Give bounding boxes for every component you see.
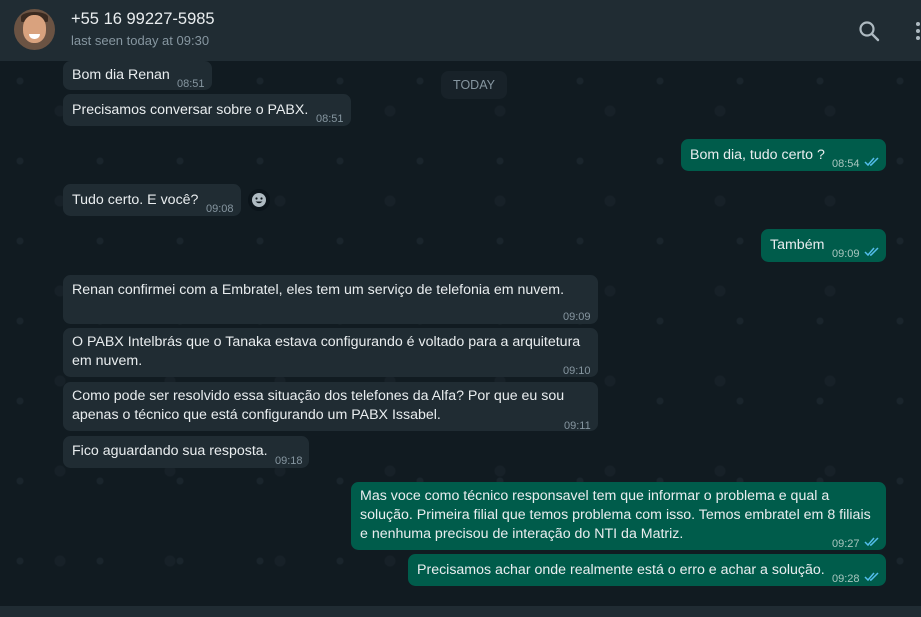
- message-time: 08:51: [177, 78, 205, 90]
- message-time: 09:09: [832, 248, 860, 260]
- search-icon[interactable]: [858, 20, 880, 42]
- message-bubble-in[interactable]: Precisamos conversar sobre o PABX. 08:51: [63, 94, 351, 126]
- message-bubble-out[interactable]: Precisamos achar onde realmente está o e…: [408, 554, 886, 586]
- message-text: Precisamos conversar sobre o PABX.: [72, 102, 309, 118]
- read-receipt-icon: [864, 537, 879, 547]
- message-text: Mas voce como técnico responsavel tem qu…: [360, 488, 871, 542]
- message-bubble-in[interactable]: Bom dia Renan 08:51: [63, 61, 212, 90]
- message-time: 09:28: [832, 573, 860, 585]
- message-time: 08:54: [832, 158, 860, 170]
- message-text: O PABX Intelbrás que o Tanaka estava con…: [72, 334, 581, 369]
- read-receipt-icon: [864, 572, 879, 582]
- message-bubble-in[interactable]: Fico aguardando sua resposta. 09:18: [63, 436, 309, 468]
- message-bubble-in[interactable]: Como pode ser resolvido essa situação do…: [63, 382, 598, 432]
- chat-header: +55 16 99227-5985 last seen today at 09:…: [0, 0, 921, 61]
- compose-bar[interactable]: [0, 606, 921, 617]
- contact-last-seen: last seen today at 09:30: [71, 33, 210, 48]
- menu-icon[interactable]: [910, 20, 921, 42]
- message-list[interactable]: TODAY Bom dia Renan 08:51 Precisamos con…: [0, 61, 921, 606]
- message-time: 09:11: [564, 420, 591, 432]
- read-receipt-icon: [864, 157, 879, 167]
- message-time: 09:27: [832, 538, 860, 550]
- message-bubble-in[interactable]: Tudo certo. E você? 09:08: [63, 184, 241, 216]
- contact-avatar[interactable]: [14, 9, 55, 50]
- message-time: 09:18: [275, 455, 303, 467]
- message-bubble-in[interactable]: O PABX Intelbrás que o Tanaka estava con…: [63, 328, 598, 377]
- message-text: Como pode ser resolvido essa situação do…: [72, 388, 565, 423]
- message-time: 09:10: [563, 365, 591, 377]
- message-bubble-out[interactable]: Mas voce como técnico responsavel tem qu…: [351, 482, 886, 550]
- message-bubble-out[interactable]: Bom dia, tudo certo ? 08:54: [681, 139, 886, 171]
- message-time: 09:09: [563, 311, 591, 323]
- message-text: Fico aguardando sua resposta.: [72, 443, 268, 459]
- message-bubble-in[interactable]: Renan confirmei com a Embratel, eles tem…: [63, 275, 598, 324]
- date-divider: TODAY: [441, 71, 507, 99]
- message-time: 09:08: [206, 203, 234, 215]
- message-bubble-out[interactable]: Também 09:09: [761, 229, 886, 262]
- emoji-reaction-icon[interactable]: [248, 189, 270, 211]
- read-receipt-icon: [864, 247, 879, 257]
- message-time: 08:51: [316, 113, 344, 125]
- message-text: Renan confirmei com a Embratel, eles tem…: [72, 282, 565, 298]
- contact-name[interactable]: +55 16 99227-5985: [71, 10, 215, 29]
- message-text: Precisamos achar onde realmente está o e…: [417, 562, 825, 578]
